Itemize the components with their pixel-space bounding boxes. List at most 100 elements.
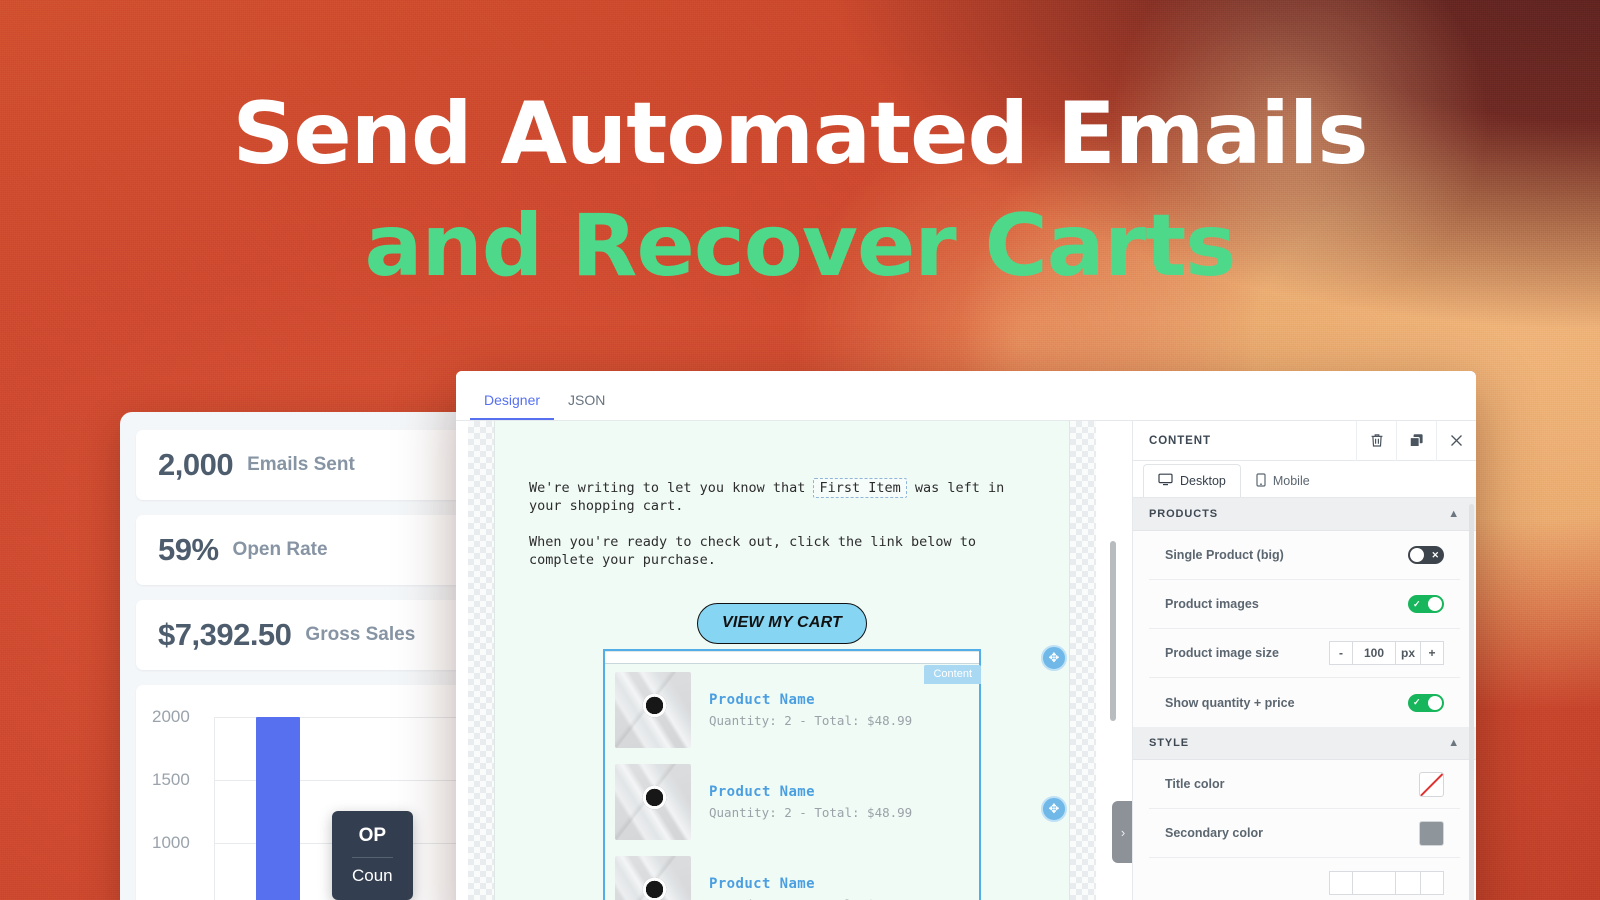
device-preview-tabs: Desktop Mobile	[1133, 461, 1476, 498]
option-label: Product image size	[1165, 646, 1279, 660]
stat-value: 2,000	[158, 447, 234, 482]
selected-block-badge: Content	[924, 665, 981, 684]
chart-y-axis	[214, 717, 215, 900]
stat-label: Open Rate	[232, 539, 328, 560]
settings-panel: CONTENT Desktop Mobile PRODUCTS ▲ Single…	[1132, 420, 1476, 900]
option-label: Show quantity + price	[1165, 695, 1295, 710]
stat-row-gross-sales: $7,392.50 Gross Sales	[136, 600, 496, 670]
toggle-knob	[1428, 695, 1442, 710]
toggle-product-images[interactable]: ✓	[1408, 595, 1444, 613]
email-editor-window: Designer JSON We're writing to let you k…	[456, 371, 1476, 900]
panel-options-scroll[interactable]: PRODUCTS ▲ Single Product (big) ✕ Produc…	[1133, 498, 1476, 900]
color-swatch-secondary[interactable]	[1419, 820, 1444, 846]
option-label: Product images	[1165, 597, 1259, 611]
stat-row-open-rate: 59% Open Rate	[136, 515, 496, 585]
section-title: PRODUCTS	[1149, 508, 1218, 520]
product-list-item[interactable]: Product Name Quantity: 2 - Total: $48.99	[605, 848, 979, 900]
chart-tooltip-body: Coun	[352, 866, 393, 885]
canvas-transparency-left	[468, 421, 494, 900]
product-meta: Quantity: 2 - Total: $48.99	[709, 805, 913, 820]
chart-ytick: 2000	[152, 707, 190, 726]
duplicate-icon[interactable]	[1396, 420, 1436, 461]
close-icon[interactable]	[1436, 420, 1476, 461]
toggle-single-product-big[interactable]: ✕	[1408, 546, 1444, 564]
email-preview[interactable]: We're writing to let you know that First…	[494, 421, 1070, 900]
stat-label: Emails Sent	[247, 454, 355, 475]
stat-value: 59%	[158, 532, 219, 567]
trash-icon[interactable]	[1356, 420, 1396, 461]
tab-json[interactable]: JSON	[554, 392, 619, 420]
product-image-watch	[615, 856, 691, 900]
toggle-on-icon: ✓	[1413, 598, 1421, 609]
stat-label: Gross Sales	[305, 624, 416, 645]
toggle-knob	[1410, 548, 1424, 562]
chart-tooltip-title: OP	[358, 825, 387, 846]
mobile-icon	[1256, 472, 1266, 490]
canvas-scrollbar-thumb[interactable]	[1110, 541, 1116, 721]
option-single-product-big: Single Product (big) ✕	[1149, 531, 1460, 580]
cta-container: VIEW MY CART	[495, 603, 1069, 644]
option-label: Secondary color	[1165, 826, 1263, 840]
option-partial-cut-off	[1149, 858, 1460, 900]
canvas-transparency-right	[1070, 421, 1096, 900]
tab-designer[interactable]: Designer	[470, 392, 555, 420]
chart-tooltip-divider	[352, 857, 393, 858]
stepper-decrement[interactable]: -	[1329, 641, 1353, 665]
move-handle-icon-side[interactable]: ✥	[1041, 796, 1067, 822]
email-paragraph-1[interactable]: We're writing to let you know that First…	[495, 478, 1069, 515]
product-name: Product Name	[709, 692, 815, 708]
tab-desktop-label: Desktop	[1180, 474, 1226, 488]
option-label: Title color	[1165, 777, 1225, 791]
tab-mobile[interactable]: Mobile	[1241, 464, 1325, 497]
view-my-cart-button[interactable]: VIEW MY CART	[696, 603, 868, 644]
chart-bar-sent	[256, 717, 300, 900]
chart-tooltip: OP Coun	[332, 811, 413, 900]
section-header-products[interactable]: PRODUCTS ▲	[1133, 498, 1476, 531]
product-meta: Quantity: 2 - Total: $48.99	[709, 713, 913, 728]
headline-line-1: Send Automated Emails	[232, 84, 1368, 184]
product-list-item[interactable]: Product Name Quantity: 2 - Total: $48.99	[605, 756, 979, 848]
stat-row-emails-sent: 2,000 Emails Sent	[136, 430, 496, 500]
panel-scrollbar-thumb[interactable]	[1469, 504, 1474, 900]
panel-header: CONTENT	[1133, 420, 1476, 461]
toggle-off-icon: ✕	[1431, 549, 1439, 560]
chevron-up-icon: ▲	[1448, 508, 1460, 520]
panel-collapse-chevron-icon[interactable]: ›	[1112, 801, 1132, 863]
toggle-show-quantity-price[interactable]: ✓	[1408, 693, 1444, 712]
desktop-icon	[1158, 473, 1173, 489]
editor-tabbar: Designer JSON	[456, 371, 1476, 421]
email-paragraph-2[interactable]: When you're ready to check out, click th…	[495, 533, 1069, 569]
move-handle-icon-top[interactable]: ✥	[1041, 645, 1067, 671]
option-label: Single Product (big)	[1165, 548, 1284, 562]
selected-content-block[interactable]: Content Product Name Quantity: 2 - Total…	[603, 649, 981, 900]
product-name: Product Name	[709, 784, 815, 800]
product-image-watch	[615, 672, 691, 748]
merge-tag-first-item[interactable]: First Item	[813, 478, 907, 498]
block-top-divider	[605, 651, 979, 664]
headline-line-2: and Recover Carts	[364, 196, 1237, 296]
stepper-value[interactable]: 100	[1352, 641, 1396, 665]
email-canvas-area: We're writing to let you know that First…	[456, 421, 1132, 900]
panel-title: CONTENT	[1149, 434, 1211, 447]
emails-bar-chart: 2000 1500 1000 OP Coun	[136, 685, 496, 900]
option-product-images: Product images ✓	[1149, 580, 1460, 629]
option-title-color: Title color	[1149, 760, 1460, 809]
hero-headline: Send Automated Emails and Recover Carts	[0, 78, 1600, 302]
section-header-style[interactable]: STYLE ▲	[1133, 727, 1476, 760]
stepper-product-image-size: - 100 px +	[1329, 641, 1444, 665]
chart-ytick: 1500	[152, 770, 190, 789]
option-show-quantity-price: Show quantity + price ✓	[1149, 678, 1460, 727]
section-title: STYLE	[1149, 737, 1189, 749]
stepper-partial[interactable]	[1329, 870, 1444, 895]
product-list-item[interactable]: Product Name Quantity: 2 - Total: $48.99	[605, 664, 979, 756]
color-swatch-title[interactable]	[1419, 771, 1444, 797]
tab-desktop[interactable]: Desktop	[1143, 464, 1241, 497]
paragraph1-pre: We're writing to let you know that	[529, 480, 814, 496]
product-name: Product Name	[709, 876, 815, 892]
stats-card: 2,000 Emails Sent 59% Open Rate $7,392.5…	[120, 412, 512, 900]
chart-ytick: 1000	[152, 833, 190, 852]
stepper-increment[interactable]: +	[1420, 641, 1444, 665]
stepper-unit: px	[1395, 641, 1421, 665]
tab-mobile-label: Mobile	[1272, 474, 1310, 488]
stat-value: $7,392.50	[158, 617, 292, 652]
